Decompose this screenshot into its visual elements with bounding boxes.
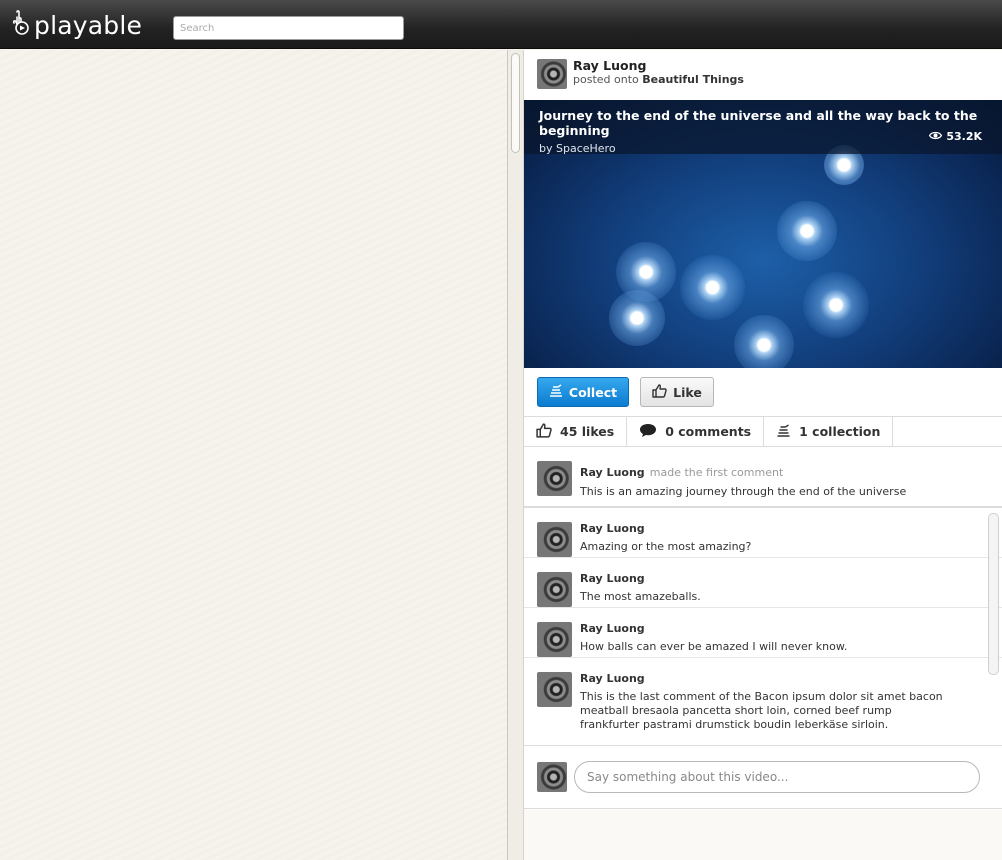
avatar[interactable] <box>537 622 572 657</box>
speech-bubble-icon <box>639 423 665 441</box>
collect-icon <box>549 384 569 400</box>
view-count: 53.2K <box>929 130 982 143</box>
comment-item: Ray Luong This is the last comment of th… <box>524 658 1002 740</box>
post-panel: Ray Luong posted onto Beautiful Things J… <box>524 50 1002 860</box>
logo[interactable]: playable <box>10 9 142 41</box>
logo-text: playable <box>34 10 143 40</box>
view-count-value: 53.2K <box>946 130 982 143</box>
video-frame-star <box>777 201 837 261</box>
video-frame-star <box>734 315 794 368</box>
comments-stat[interactable]: 0 comments <box>627 417 765 446</box>
comment-text: This is an amazing journey through the e… <box>580 485 907 498</box>
comment-list: Ray Luong Amazing or the most amazing? R… <box>524 508 1002 746</box>
video-frame-star <box>616 242 676 302</box>
top-bar: playable <box>0 0 1002 49</box>
avatar[interactable] <box>537 461 572 496</box>
post-header: Ray Luong posted onto Beautiful Things <box>537 59 744 89</box>
first-comment-note: made the first comment <box>649 466 784 479</box>
like-button[interactable]: Like <box>640 377 714 407</box>
thumbs-up-icon <box>652 383 673 401</box>
comment-composer <box>524 747 1002 809</box>
avatar <box>537 762 567 792</box>
thumbs-up-icon <box>536 422 560 441</box>
comment-item: Ray Luong Amazing or the most amazing? <box>524 508 1002 558</box>
likes-stat[interactable]: 45 likes <box>524 417 628 446</box>
video-title[interactable]: Journey to the end of the universe and a… <box>539 108 987 138</box>
left-pane <box>0 50 507 860</box>
stats-bar: 45 likes 0 comments 1 collection <box>524 416 1002 447</box>
search-input[interactable] <box>173 16 404 40</box>
avatar[interactable] <box>537 672 572 707</box>
scrollbar-thumb[interactable] <box>511 53 520 153</box>
comment-author[interactable]: Ray Luong <box>580 622 950 635</box>
posted-onto-label: posted onto <box>573 73 639 86</box>
comment-input[interactable] <box>574 761 980 793</box>
collections-count: 1 collection <box>799 424 881 439</box>
comment-item: Ray Luong The most amazeballs. <box>524 558 1002 608</box>
video-frame-star <box>803 272 869 338</box>
collect-button[interactable]: Collect <box>537 377 629 407</box>
action-buttons: Collect Like <box>537 377 714 407</box>
comment-author[interactable]: Ray Luong <box>580 522 950 535</box>
comment-text: How balls can ever be amazed I will neve… <box>580 640 848 653</box>
video-player[interactable]: Journey to the end of the universe and a… <box>524 100 1002 368</box>
comment-text: The most amazeballs. <box>580 590 701 603</box>
comments-scrollbar[interactable] <box>988 513 999 675</box>
post-context: posted onto Beautiful Things <box>573 73 744 87</box>
post-author[interactable]: Ray Luong <box>573 59 744 73</box>
panel-footer <box>524 810 1002 860</box>
comment-author[interactable]: Ray Luong <box>580 466 645 479</box>
avatar[interactable] <box>537 572 572 607</box>
likes-count: 45 likes <box>560 424 615 439</box>
comment-text: This is the last comment of the Bacon ip… <box>580 690 943 731</box>
like-label: Like <box>673 384 702 400</box>
collections-stat[interactable]: 1 collection <box>764 417 894 446</box>
comment-author[interactable]: Ray Luong <box>580 572 950 585</box>
collect-icon <box>776 423 799 440</box>
collect-label: Collect <box>568 384 618 400</box>
comment-text: Amazing or the most amazing? <box>580 540 752 553</box>
video-frame-star <box>680 255 745 320</box>
avatar[interactable] <box>537 59 567 89</box>
avatar[interactable] <box>537 522 572 557</box>
video-info-bar: Journey to the end of the universe and a… <box>524 100 1002 155</box>
board-link[interactable]: Beautiful Things <box>642 73 744 86</box>
comment-item: Ray Luong How balls can ever be amazed I… <box>524 608 1002 658</box>
first-comment: Ray Luong made the first comment This is… <box>537 461 980 499</box>
video-creator[interactable]: by SpaceHero <box>539 142 987 155</box>
comments-count: 0 comments <box>665 424 752 439</box>
panel-scrollbar[interactable] <box>507 50 524 860</box>
hand-icon <box>10 9 32 41</box>
comment-author[interactable]: Ray Luong <box>580 672 950 685</box>
eye-icon <box>929 130 946 143</box>
